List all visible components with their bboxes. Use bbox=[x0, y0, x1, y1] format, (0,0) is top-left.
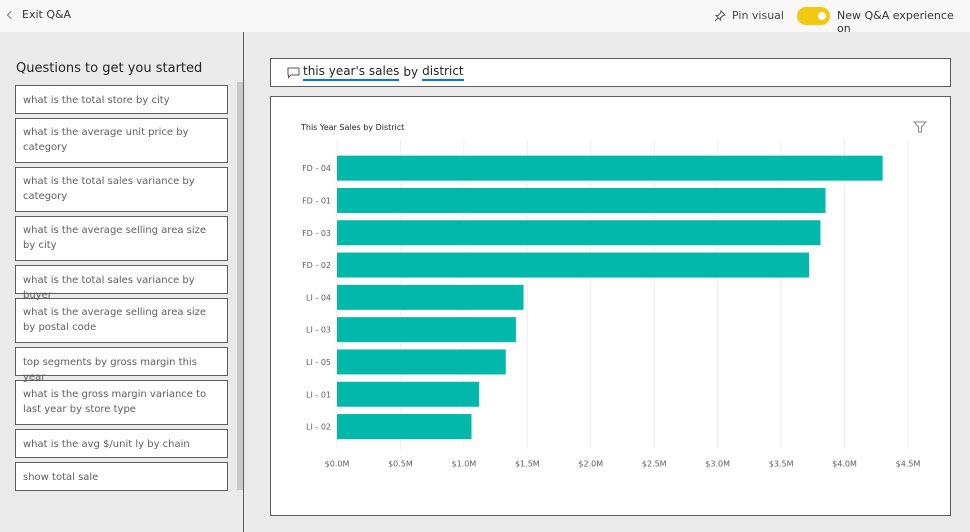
pin-icon bbox=[714, 9, 726, 21]
x-tick-label: $1.0M bbox=[452, 460, 477, 469]
y-category-label: FD - 04 bbox=[302, 164, 331, 173]
query-term-district: district bbox=[422, 64, 464, 81]
toggle-label: New Q&A experience on bbox=[837, 9, 954, 35]
exit-qa-button[interactable]: Exit Q&A bbox=[6, 8, 72, 21]
bar[interactable] bbox=[337, 414, 472, 440]
visual-container: This Year Sales by District $0.0M $0.5M $1… bbox=[270, 96, 951, 516]
pin-visual-label: Pin visual bbox=[732, 9, 784, 22]
chat-bubble-icon bbox=[287, 67, 300, 79]
x-tick-label: $3.5M bbox=[769, 460, 794, 469]
exit-qa-label: Exit Q&A bbox=[22, 8, 72, 21]
question-list: what is the total store by city what is … bbox=[15, 85, 228, 495]
chevron-left-icon bbox=[6, 10, 16, 20]
bar[interactable] bbox=[337, 252, 810, 278]
x-tick-label: $1.5M bbox=[515, 460, 540, 469]
y-category-label: LI - 01 bbox=[306, 390, 331, 399]
bar-chart: $0.0M $0.5M $1.0M $1.5M $2.0M $2.5M $3.0M $3.5M… bbox=[302, 140, 921, 469]
y-category-label: LI - 05 bbox=[306, 358, 331, 367]
x-tick-label: $0.5M bbox=[388, 460, 413, 469]
y-category-label: LI - 02 bbox=[306, 423, 331, 432]
qa-question-input[interactable]: this year's sales by district bbox=[270, 58, 951, 87]
bar[interactable] bbox=[337, 284, 524, 310]
question-item[interactable]: top segments by gross margin this year bbox=[15, 347, 228, 383]
query-term-sales: this year's sales bbox=[303, 64, 400, 81]
x-tick-label: $4.5M bbox=[896, 460, 921, 469]
question-item[interactable]: what is the average unit price by catego… bbox=[15, 118, 228, 163]
x-tick-label: $2.5M bbox=[642, 460, 667, 469]
bar[interactable] bbox=[337, 317, 516, 343]
y-category-label: FD - 02 bbox=[302, 261, 331, 270]
toggle-knob bbox=[818, 12, 826, 20]
question-item[interactable]: show total sale bbox=[15, 462, 228, 491]
suggested-questions-panel: Questions to get you started what is the… bbox=[0, 32, 244, 532]
question-item[interactable]: what is the total store by city bbox=[15, 85, 228, 114]
y-category-label: FD - 01 bbox=[302, 196, 331, 205]
x-tick-label: $0.0M bbox=[325, 460, 350, 469]
question-item[interactable]: what is the average selling area size by… bbox=[15, 216, 228, 261]
question-item[interactable]: what is the avg $/unit ly by chain bbox=[15, 429, 228, 458]
y-category-label: LI - 04 bbox=[306, 293, 331, 302]
question-item[interactable]: what is the gross margin variance to las… bbox=[15, 380, 228, 425]
x-tick-label: $2.0M bbox=[578, 460, 603, 469]
panel-scrollbar[interactable] bbox=[237, 82, 243, 490]
new-qa-experience-toggle[interactable] bbox=[797, 7, 830, 25]
bar[interactable] bbox=[337, 155, 883, 181]
question-item[interactable]: what is the average selling area size by… bbox=[15, 298, 228, 343]
y-category-label: FD - 03 bbox=[302, 229, 331, 238]
x-tick-label: $4.0M bbox=[832, 460, 857, 469]
top-bar: Exit Q&A Pin visual New Q&A experience o… bbox=[0, 0, 970, 35]
bar[interactable] bbox=[337, 220, 821, 246]
question-item[interactable]: what is the total sales variance by cate… bbox=[15, 167, 228, 212]
pin-visual-button[interactable]: Pin visual bbox=[714, 9, 784, 22]
bar[interactable] bbox=[337, 381, 480, 407]
query-term-by: by bbox=[403, 65, 419, 79]
question-item[interactable]: what is the total sales variance by buye… bbox=[15, 265, 228, 301]
bar[interactable] bbox=[337, 349, 506, 375]
x-tick-label: $3.0M bbox=[705, 460, 730, 469]
bar[interactable] bbox=[337, 187, 826, 213]
y-category-label: LI - 03 bbox=[306, 326, 331, 335]
panel-title: Questions to get you started bbox=[16, 61, 203, 76]
